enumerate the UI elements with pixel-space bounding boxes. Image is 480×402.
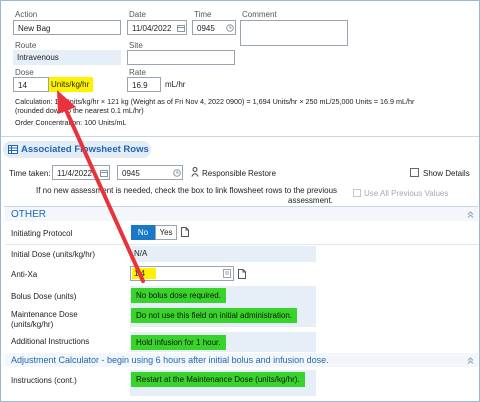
time-label: Time xyxy=(194,10,212,19)
dose-input[interactable]: 14 xyxy=(13,77,49,92)
table-icon xyxy=(8,145,18,154)
initial-dose-value: N/A xyxy=(134,249,148,258)
route-value: Intravenous xyxy=(17,53,59,62)
bolus-dose-label: Bolus Dose (units) xyxy=(11,292,77,301)
site-field[interactable] xyxy=(127,50,235,65)
route-label: Route xyxy=(15,41,37,50)
list-icon[interactable] xyxy=(223,269,231,278)
dose-unit: Units/kg/hr xyxy=(49,77,93,92)
time-taken-label: Time taken: xyxy=(9,169,51,178)
notice-line1: If no new assessment is needed, check th… xyxy=(36,186,338,195)
rate-label: Rate xyxy=(129,68,146,77)
flowsheet-title: Associated Flowsheet Rows xyxy=(21,144,149,155)
other-section-header xyxy=(5,207,478,221)
person-icon xyxy=(191,167,199,177)
site-label: Site xyxy=(129,41,143,50)
show-details-checkbox[interactable] xyxy=(410,168,419,177)
calendar-icon[interactable] xyxy=(177,24,185,32)
initial-dose-field[interactable]: N/A xyxy=(130,246,316,262)
action-value: New Bag xyxy=(18,24,51,33)
notice-line2: assessment. xyxy=(288,196,333,205)
date-value: 11/04/2022 xyxy=(132,24,172,33)
rate-unit: mL/hr xyxy=(165,80,186,89)
time-value: 0945 xyxy=(197,24,215,33)
maintenance-dose-label-line2: (units/kg/hr) xyxy=(11,320,54,329)
action-label: Action xyxy=(15,10,38,19)
instructions-cont-value: Restart at the Maintenance Dose (units/k… xyxy=(131,372,305,387)
other-section-title: OTHER xyxy=(11,209,46,220)
rate-value: 16.9 xyxy=(132,81,148,90)
use-all-previous-label: Use All Previous Values xyxy=(364,189,449,198)
restore-button[interactable]: Restore xyxy=(248,169,276,178)
comment-label: Comment xyxy=(242,10,277,19)
maintenance-dose-value: Do not use this field on initial adminis… xyxy=(131,308,298,323)
rate-input[interactable]: 16.9 xyxy=(127,77,161,92)
divider xyxy=(1,136,479,137)
clock-icon[interactable] xyxy=(226,24,234,32)
calculation-line2: (rounded down to the nearest 0.1 mL/hr) xyxy=(15,106,144,115)
clock-icon[interactable] xyxy=(173,169,181,177)
show-details-label: Show Details xyxy=(423,169,470,178)
initiating-protocol-no-button[interactable]: No xyxy=(131,225,155,240)
dose-value: 14 xyxy=(18,81,27,90)
action-field[interactable]: New Bag xyxy=(13,20,121,35)
initial-dose-label: Initial Dose (units/kg/hr) xyxy=(11,250,96,259)
order-concentration: Order Concentration: 100 Units/mL xyxy=(15,118,127,127)
calculation-line1: Calculation: 14 Units/kg/hr × 121 kg (We… xyxy=(15,97,415,106)
anti-xa-label: Anti-Xa xyxy=(11,270,38,279)
route-field: Intravenous xyxy=(13,50,121,65)
divider xyxy=(5,244,478,245)
responsible-link[interactable]: Responsible xyxy=(202,169,246,178)
comment-icon[interactable] xyxy=(238,269,246,279)
additional-instructions-value: Hold infusion for 1 hour. xyxy=(131,335,226,350)
collapse-icon[interactable] xyxy=(467,357,474,364)
maintenance-dose-label-line1: Maintenance Dose xyxy=(11,310,78,319)
comment-icon[interactable] xyxy=(181,227,189,237)
initiating-protocol-label: Initiating Protocol xyxy=(11,229,73,238)
anti-xa-value: 1.4 xyxy=(132,268,156,279)
bolus-dose-value: No bolus dose required. xyxy=(131,288,226,303)
time-taken-time-value: 0945 xyxy=(122,169,140,178)
date-label: Date xyxy=(129,10,146,19)
use-all-previous-checkbox[interactable] xyxy=(353,189,361,197)
time-taken-date-value: 11/4/2022 xyxy=(57,169,92,178)
comment-field[interactable] xyxy=(240,20,348,46)
adjustment-section-title: Adjustment Calculator - begin using 6 ho… xyxy=(11,355,329,365)
instructions-cont-label: Instructions (cont.) xyxy=(11,376,77,385)
dose-label: Dose xyxy=(15,68,34,77)
collapse-icon[interactable] xyxy=(467,211,474,218)
initiating-protocol-yes-button[interactable]: Yes xyxy=(155,225,177,240)
additional-instructions-label: Additional Instructions xyxy=(11,337,90,346)
calendar-icon[interactable] xyxy=(100,169,108,177)
